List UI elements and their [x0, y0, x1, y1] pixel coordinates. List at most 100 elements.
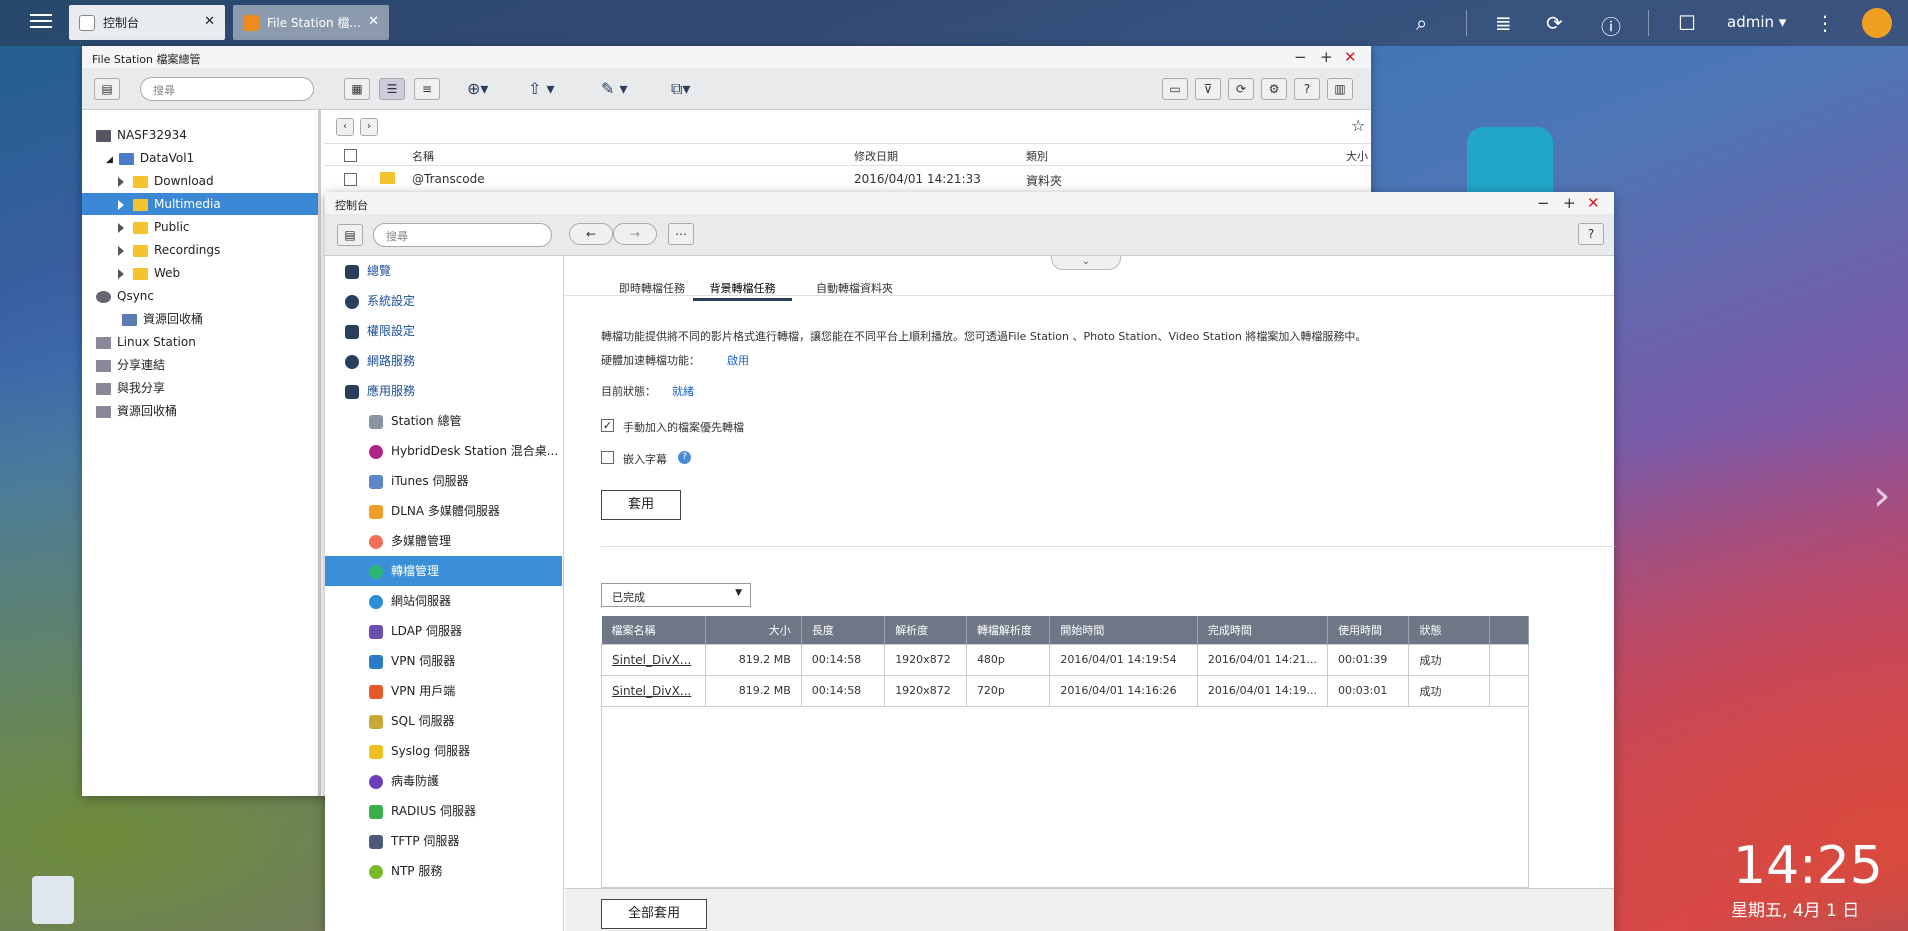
tree-item-recordings[interactable]: Recordings [118, 239, 220, 261]
tab-realtime[interactable]: 即時轉檔任務 [619, 280, 685, 296]
task-tab-control-panel[interactable]: 控制台 ✕ [69, 5, 225, 40]
grid-view-icon[interactable]: ▦ [344, 78, 370, 100]
tree-item-linux-station[interactable]: Linux Station [96, 331, 196, 353]
search-input[interactable]: 搜尋 [140, 77, 314, 101]
tree-item-qsync-recycle[interactable]: 資源回收桶 [122, 308, 203, 330]
stack-icon[interactable]: ≣ [1495, 11, 1512, 35]
more-icon[interactable]: ⋮ [1815, 11, 1835, 35]
status-filter-select[interactable]: 已完成 ▼ [601, 583, 751, 607]
help-icon[interactable]: ? [1294, 78, 1320, 100]
list-view-icon[interactable]: ☰ [379, 78, 405, 100]
tree-item-qsync[interactable]: Qsync [96, 285, 154, 307]
forward-icon[interactable]: → [613, 223, 657, 245]
share-icon[interactable]: ⧉▾ [671, 79, 690, 99]
close-icon[interactable]: ✕ [368, 14, 379, 29]
nav-syslog[interactable]: Syslog 伺服器 [325, 736, 562, 766]
search-icon[interactable]: ⌕ [1416, 11, 1427, 35]
detail-view-icon[interactable]: ≡ [414, 78, 440, 100]
minimize-icon[interactable]: − [1537, 194, 1550, 212]
tab-auto-folder[interactable]: 自動轉檔資料夾 [816, 280, 893, 296]
help-icon[interactable]: ? [1578, 223, 1604, 245]
apply-button[interactable]: 套用 [601, 490, 681, 520]
close-icon[interactable]: ✕ [1344, 48, 1357, 66]
column-name[interactable]: 名稱 [412, 148, 434, 164]
nav-web-server[interactable]: 網站伺服器 [325, 586, 562, 616]
tree-item-datavol[interactable]: ◢ DataVol1 [106, 147, 194, 169]
column-target-resolution[interactable]: 轉檔解析度 [966, 616, 1051, 644]
nav-vpn-client[interactable]: VPN 用戶端 [325, 676, 562, 706]
column-size[interactable]: 大小 [1346, 148, 1368, 164]
info-icon[interactable]: ⓘ [1601, 11, 1621, 40]
column-length[interactable]: 長度 [801, 616, 886, 644]
back-icon[interactable]: ‹ [336, 118, 354, 136]
nav-ntp[interactable]: NTP 服務 [325, 856, 562, 886]
help-icon[interactable]: ? [678, 451, 691, 464]
subtitle-checkbox[interactable] [601, 451, 614, 464]
nav-sql[interactable]: SQL 伺服器 [325, 706, 562, 736]
nav-station-manager[interactable]: Station 總管 [325, 406, 562, 436]
nav-tftp[interactable]: TFTP 伺服器 [325, 826, 562, 856]
search-input[interactable]: 搜尋 [373, 223, 552, 247]
job-filename[interactable]: Sintel_DivX... [601, 674, 706, 707]
table-row[interactable]: @Transcode 2016/04/01 14:21:33 資料夾 [324, 166, 1371, 192]
column-type[interactable]: 類別 [1026, 148, 1048, 164]
main-menu-icon[interactable] [30, 10, 52, 30]
nav-vpn-server[interactable]: VPN 伺服器 [325, 646, 562, 676]
task-tab-file-station[interactable]: File Station 檔... ✕ [233, 5, 389, 40]
star-icon[interactable]: ☆ [1351, 116, 1365, 135]
close-icon[interactable]: ✕ [204, 14, 215, 29]
user-icon[interactable]: ☐ [1678, 11, 1696, 35]
settings-icon[interactable]: ⚙ [1261, 78, 1287, 100]
nav-transcode[interactable]: 轉檔管理 [325, 556, 562, 586]
table-row[interactable]: Sintel_DivX... 819.2 MB 00:14:58 1920x87… [601, 643, 1530, 676]
panel-icon[interactable]: ▥ [1327, 78, 1353, 100]
select-all-checkbox[interactable] [344, 149, 357, 162]
nav-antivirus[interactable]: 病毒防護 [325, 766, 562, 796]
priority-checkbox[interactable]: ✓ [601, 419, 614, 432]
apps-icon[interactable]: ⋯ [668, 223, 694, 245]
tree-item-download[interactable]: Download [118, 170, 214, 192]
nav-system-settings[interactable]: 系統設定 [325, 286, 562, 316]
job-filename[interactable]: Sintel_DivX... [601, 643, 706, 676]
nav-dlna[interactable]: DLNA 多媒體伺服器 [325, 496, 562, 526]
nav-applications[interactable]: 應用服務 [325, 376, 562, 406]
close-icon[interactable]: ✕ [1587, 194, 1600, 212]
maximize-icon[interactable]: + [1320, 48, 1333, 66]
create-icon[interactable]: ⊕▾ [467, 79, 488, 98]
back-icon[interactable]: ← [569, 223, 613, 245]
column-filename[interactable]: 檔案名稱 [601, 616, 706, 644]
row-checkbox[interactable] [344, 173, 357, 186]
nav-privilege-settings[interactable]: 權限設定 [325, 316, 562, 346]
nav-overview[interactable]: 總覽 [325, 256, 562, 286]
column-duration[interactable]: 使用時間 [1327, 616, 1410, 644]
minimize-icon[interactable]: − [1294, 48, 1307, 66]
tree-item-recycle[interactable]: 資源回收桶 [96, 400, 177, 422]
tree-item-shared-with-me[interactable]: 與我分享 [96, 377, 165, 399]
column-end-time[interactable]: 完成時間 [1197, 616, 1328, 644]
nav-ldap[interactable]: LDAP 伺服器 [325, 616, 562, 646]
column-start-time[interactable]: 開始時間 [1049, 616, 1198, 644]
tree-item-web[interactable]: Web [118, 262, 180, 284]
apply-all-button[interactable]: 全部套用 [601, 899, 707, 929]
nav-itunes[interactable]: iTunes 伺服器 [325, 466, 562, 496]
dashboard-icon[interactable] [1862, 8, 1892, 38]
nav-radius[interactable]: RADIUS 伺服器 [325, 796, 562, 826]
column-resolution[interactable]: 解析度 [884, 616, 967, 644]
user-menu[interactable]: admin ▾ [1727, 13, 1786, 31]
nav-hybriddesk[interactable]: HybridDesk Station 混合桌... [325, 436, 562, 466]
refresh-icon[interactable]: ⟳ [1228, 78, 1254, 100]
table-row[interactable]: Sintel_DivX... 819.2 MB 00:14:58 1920x87… [601, 674, 1530, 707]
column-size[interactable]: 大小 [705, 616, 802, 644]
upload-icon[interactable]: ⇧ ▾ [528, 79, 555, 98]
column-modified[interactable]: 修改日期 [854, 148, 898, 164]
forward-icon[interactable]: › [360, 118, 378, 136]
sidebar-toggle-icon[interactable]: ▤ [337, 224, 363, 246]
nav-multimedia[interactable]: 多媒體管理 [325, 526, 562, 556]
chevron-right-icon[interactable]: › [1873, 470, 1891, 521]
tree-item-multimedia[interactable]: Multimedia [82, 193, 318, 215]
tab-background[interactable]: 背景轉檔任務 [693, 280, 792, 301]
remote-icon[interactable]: ▭ [1162, 78, 1188, 100]
nav-network-services[interactable]: 網路服務 [325, 346, 562, 376]
collapse-icon[interactable]: ⌄ [1051, 256, 1121, 270]
filter-icon[interactable]: ⊽ [1195, 78, 1221, 100]
